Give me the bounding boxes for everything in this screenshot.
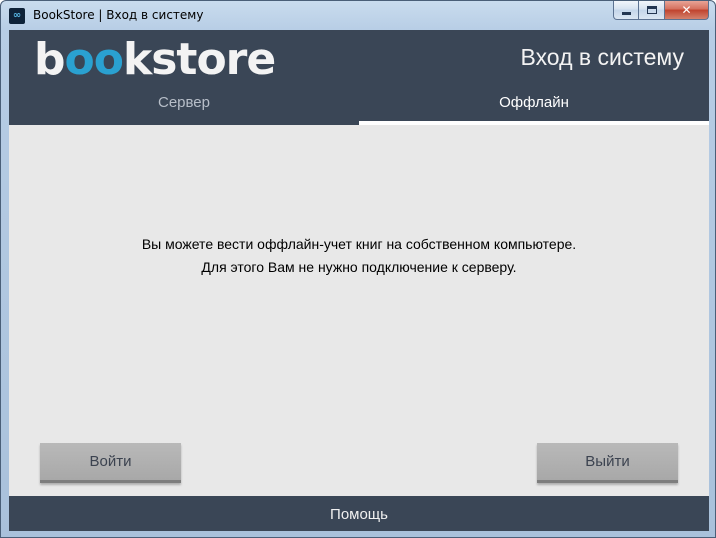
logo-suffix: kstore: [122, 34, 276, 85]
bookstore-logo: bookstore: [34, 34, 276, 85]
message-line-1: Вы можете вести оффлайн-учет книг на соб…: [141, 236, 577, 252]
logo-accent: oo: [64, 34, 124, 85]
title-bar[interactable]: ∞ BookStore | Вход в систему ✕: [1, 1, 715, 29]
client-area: bookstore Вход в систему Сервер Оффлайн …: [9, 30, 709, 531]
header: bookstore Вход в систему Сервер Оффлайн: [9, 30, 709, 125]
message-line-2: Для этого Вам не нужно подключение к сер…: [201, 259, 517, 275]
window-title: BookStore | Вход в систему: [33, 8, 204, 22]
minimize-icon: [621, 11, 631, 15]
tab-offline[interactable]: Оффлайн: [359, 88, 709, 125]
maximize-button[interactable]: [639, 1, 665, 20]
maximize-icon: [646, 6, 657, 14]
page-title: Вход в систему: [520, 44, 684, 70]
app-icon: ∞: [9, 8, 25, 24]
login-button[interactable]: Войти: [40, 443, 181, 483]
close-button[interactable]: ✕: [665, 1, 709, 20]
logo-prefix: b: [34, 34, 65, 85]
minimize-button[interactable]: [613, 1, 639, 20]
help-link[interactable]: Помощь: [9, 496, 709, 531]
tab-server[interactable]: Сервер: [9, 88, 359, 125]
close-icon: ✕: [681, 3, 692, 17]
tab-bar: Сервер Оффлайн: [9, 88, 709, 125]
offline-info-message: Вы можете вести оффлайн-учет книг на соб…: [9, 233, 709, 279]
app-window: ∞ BookStore | Вход в систему ✕ bookstore…: [0, 0, 716, 538]
caption-buttons: ✕: [613, 1, 709, 21]
exit-button[interactable]: Выйти: [537, 443, 678, 483]
